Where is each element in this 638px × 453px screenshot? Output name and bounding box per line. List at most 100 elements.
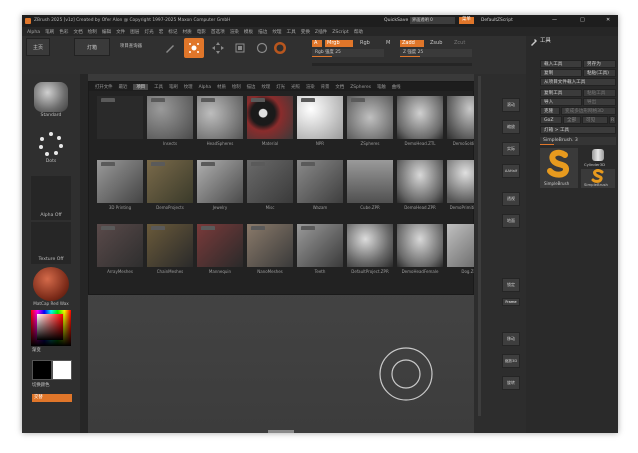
lightbox-item[interactable]: Material bbox=[247, 96, 293, 148]
default-zscript[interactable]: DefaultZScript bbox=[481, 18, 513, 23]
lightbox-tab[interactable]: 打开文件 bbox=[95, 84, 113, 90]
lightbox-tab[interactable]: ZSpheres bbox=[350, 85, 371, 90]
mrgb-toggle[interactable]: Mrgb bbox=[325, 40, 353, 47]
a-toggle[interactable]: A bbox=[312, 40, 322, 47]
alpha-selector[interactable]: Alpha Off bbox=[31, 176, 71, 220]
menu-item[interactable]: 纹理 bbox=[272, 29, 281, 35]
goz-button[interactable]: GoZ bbox=[540, 116, 562, 124]
frame-button[interactable]: Frame bbox=[502, 298, 520, 306]
lightbox-item[interactable]: DefaultProject.ZPR bbox=[347, 224, 393, 276]
import-from-project-button[interactable]: 从项目文件载入工具 bbox=[540, 78, 616, 86]
gyro-button[interactable] bbox=[270, 38, 290, 58]
lightbox-item[interactable]: NanoMeshes bbox=[247, 224, 293, 276]
tool-thumbnail-simplebrush-large[interactable]: SimpleBrush bbox=[540, 148, 578, 188]
draw-size-slider[interactable] bbox=[312, 63, 472, 66]
menu-item[interactable]: 色彩 bbox=[59, 29, 68, 35]
brush-selector[interactable]: Standard bbox=[31, 76, 71, 118]
transparency-slider[interactable]: 界面透明 0 bbox=[410, 17, 455, 24]
navigation-gizmo-icon[interactable] bbox=[376, 344, 436, 404]
menu-item[interactable]: 首选项 bbox=[211, 29, 225, 35]
lightbox-tab[interactable]: 光照 bbox=[291, 84, 300, 90]
lightbox-item[interactable]: Wazam bbox=[297, 160, 343, 212]
material-selector[interactable]: MatCap Red Wax bbox=[31, 264, 71, 306]
visible-button[interactable]: 可见 bbox=[582, 116, 608, 124]
menu-item[interactable]: ZScript bbox=[332, 30, 348, 35]
all-button[interactable]: 全部 bbox=[563, 116, 581, 124]
menu-item[interactable]: 图层 bbox=[130, 29, 139, 35]
menus-toggle[interactable]: 菜单 bbox=[459, 17, 474, 24]
stroke-selector[interactable]: Dots bbox=[31, 122, 71, 164]
texture-selector[interactable]: Texture Off bbox=[31, 222, 71, 264]
menu-item[interactable]: 笔刷 bbox=[45, 29, 54, 35]
quicksave-button[interactable]: QuickSave bbox=[384, 18, 408, 24]
project-menu-button[interactable]: 项目查询器 bbox=[120, 44, 142, 49]
menu-item[interactable]: 渲染 bbox=[230, 29, 239, 35]
menu-item[interactable]: 模板 bbox=[244, 29, 253, 35]
secondary-color-swatch[interactable] bbox=[52, 360, 72, 380]
canvas-bottom-handle[interactable] bbox=[268, 430, 294, 433]
lightbox-item[interactable]: ArrayMeshes bbox=[97, 224, 143, 276]
lightbox-item[interactable]: Misc bbox=[247, 160, 293, 212]
load-tool-button[interactable]: 载入工具 bbox=[540, 60, 582, 68]
menu-item[interactable]: 编辑 bbox=[102, 29, 111, 35]
lightbox-tab[interactable]: 文档 bbox=[335, 84, 344, 90]
lightbox-item[interactable]: DemoProjects bbox=[147, 160, 193, 212]
paste-tool-2-button[interactable]: 粘贴工具 bbox=[583, 89, 616, 97]
close-button[interactable]: ✕ bbox=[606, 18, 610, 23]
draw-tool-button[interactable] bbox=[184, 38, 204, 58]
edit-tool-button[interactable] bbox=[160, 38, 180, 58]
make-polymesh-button[interactable]: 变成多边形网格3D bbox=[561, 107, 616, 115]
menu-item[interactable]: 绘制 bbox=[88, 29, 97, 35]
rgb-intensity-slider[interactable]: Rgb 强度 25 bbox=[312, 49, 384, 57]
gradient-label[interactable]: 渐变 bbox=[32, 348, 41, 353]
menu-item[interactable]: 文件 bbox=[116, 29, 125, 35]
m-toggle[interactable]: M bbox=[386, 41, 390, 46]
menu-item[interactable]: 电影 bbox=[197, 29, 206, 35]
export-button[interactable]: 导出 bbox=[583, 98, 616, 106]
rotate-tool-button[interactable] bbox=[252, 38, 272, 58]
menu-item[interactable]: 描边 bbox=[258, 29, 267, 35]
zadd-toggle[interactable]: Zadd bbox=[400, 40, 424, 47]
lightbox-tab[interactable]: 笔刷 bbox=[169, 84, 178, 90]
menu-item[interactable]: 工具 bbox=[287, 29, 296, 35]
lightbox-item[interactable]: Mannequin bbox=[197, 224, 243, 276]
lightbox-item[interactable]: HeadSpheres bbox=[197, 96, 243, 148]
lightbox-item[interactable]: ZSpheres bbox=[347, 96, 393, 148]
tool-thumbnail-simplebrush-small[interactable]: SimpleBrush bbox=[581, 169, 615, 188]
color-picker[interactable] bbox=[31, 310, 71, 346]
move-view-button[interactable]: 移动 bbox=[502, 332, 520, 346]
lightbox-tab[interactable]: 渲染 bbox=[306, 84, 315, 90]
lightbox-tab[interactable]: 笔触 bbox=[377, 84, 386, 90]
lightbox-tools-button[interactable]: 灯箱 > 工具 bbox=[540, 126, 616, 134]
primary-color-swatch[interactable] bbox=[32, 360, 52, 380]
move-tool-button[interactable] bbox=[208, 38, 228, 58]
lightbox-item[interactable]: DemoHeadFemale bbox=[397, 224, 443, 276]
save-as-button[interactable]: 另存为 bbox=[583, 60, 616, 68]
lightbox-tab[interactable]: 灯光 bbox=[276, 84, 285, 90]
lightbox-item[interactable]: DemoHead.ZTL bbox=[397, 96, 443, 148]
home-button[interactable]: 主页 bbox=[26, 38, 50, 56]
lightbox-item[interactable]: ChainMeshes bbox=[147, 224, 193, 276]
menu-item[interactable]: 帮助 bbox=[354, 29, 363, 35]
lightbox-button[interactable]: 灯箱 bbox=[74, 38, 110, 56]
lightbox-item[interactable]: Teeth bbox=[297, 224, 343, 276]
actual-view-button[interactable]: 实际 bbox=[502, 142, 520, 156]
right-shelf-scrollbar[interactable] bbox=[478, 76, 481, 416]
lightbox-item[interactable]: Insects bbox=[147, 96, 193, 148]
minimize-button[interactable]: — bbox=[552, 18, 557, 23]
lightbox-tab[interactable]: 描边 bbox=[247, 84, 256, 90]
lightbox-tab[interactable]: 材质 bbox=[217, 84, 226, 90]
lightbox-item[interactable]: 3D Printing bbox=[97, 160, 143, 212]
clone-button[interactable]: 克隆 bbox=[540, 107, 560, 115]
lightbox-tab[interactable]: 项目 bbox=[133, 84, 149, 90]
lightbox-tab[interactable]: Alpha bbox=[199, 85, 211, 90]
zoom-view-button[interactable]: 缩放 bbox=[502, 120, 520, 134]
maximize-button[interactable]: □ bbox=[580, 18, 585, 23]
paste-tool-button[interactable]: 粘贴(工具) bbox=[583, 69, 616, 77]
zoom3d-button[interactable]: 缩放3D bbox=[502, 354, 520, 368]
rgb-toggle[interactable]: Rgb bbox=[360, 41, 370, 46]
floor-button[interactable]: 地面 bbox=[502, 214, 520, 228]
scale-tool-button[interactable] bbox=[230, 38, 250, 58]
menu-item[interactable]: 文档 bbox=[73, 29, 82, 35]
menu-item[interactable]: 变换 bbox=[301, 29, 310, 35]
